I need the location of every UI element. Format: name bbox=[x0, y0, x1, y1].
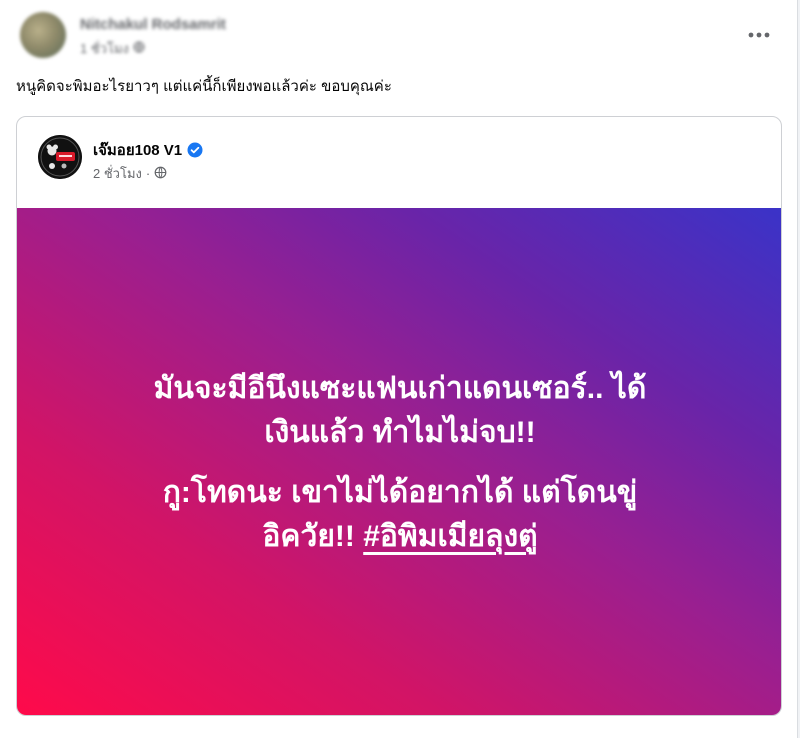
banner-paragraph-1: มันจะมีอีนึงแซะแฟนเก่าแดนเซอร์.. ได้ เงิ… bbox=[50, 367, 750, 455]
post-header: Nitchakul Rodsamrit 1 ชั่วโมง bbox=[16, 8, 786, 64]
post-meta: 1 ชั่วโมง bbox=[80, 38, 145, 59]
hashtag-link[interactable]: #อิพิมเมียลุงตู่ bbox=[363, 520, 537, 553]
shared-author[interactable]: เจ๊มอย108 V1 bbox=[93, 138, 203, 162]
shared-post-time[interactable]: 2 ชั่วโมง bbox=[93, 163, 142, 184]
shared-post-meta: 2 ชั่วโมง · bbox=[93, 163, 167, 184]
shared-post-card[interactable]: เจ๊มอย108 V1 2 ชั่วโมง · มันจะมีอีนึงแซะ… bbox=[16, 116, 782, 716]
banner-line-1: มันจะมีอีนึงแซะแฟนเก่าแดนเซอร์.. ได้ bbox=[153, 371, 647, 405]
more-options-button[interactable] bbox=[741, 20, 777, 48]
meta-separator: · bbox=[145, 166, 151, 181]
banner-paragraph-2: กู:โทดนะ เขาไม่ได้อยากได้ แต่โดนขู่ อิคว… bbox=[50, 471, 750, 559]
shared-post-header: เจ๊มอย108 V1 2 ชั่วโมง · bbox=[17, 117, 781, 207]
banner-line-4-prefix: อิควัย!! bbox=[262, 519, 364, 553]
shared-author-name[interactable]: เจ๊มอย108 V1 bbox=[93, 138, 182, 162]
text-banner: มันจะมีอีนึงแซะแฟนเก่าแดนเซอร์.. ได้ เงิ… bbox=[17, 208, 781, 715]
banner-line-2: เงินแล้ว ทำไมไม่จบ!! bbox=[264, 415, 536, 449]
more-horizontal-icon bbox=[748, 25, 770, 43]
author-avatar[interactable] bbox=[20, 12, 66, 58]
globe-icon bbox=[133, 41, 145, 56]
post-time[interactable]: 1 ชั่วโมง bbox=[80, 38, 129, 59]
page-logo-avatar[interactable] bbox=[38, 135, 82, 179]
post-caption: หนูคิดจะพิมอะไรยาวๆ แต่แค่นี้ก็เพียงพอแล… bbox=[16, 78, 392, 95]
globe-icon bbox=[154, 166, 167, 182]
banner-text: มันจะมีอีนึงแซะแฟนเก่าแดนเซอร์.. ได้ เงิ… bbox=[50, 367, 750, 559]
author-name[interactable]: Nitchakul Rodsamrit bbox=[80, 16, 226, 33]
feed-post: Nitchakul Rodsamrit 1 ชั่วโมง หนูคิดจะพิ… bbox=[0, 0, 798, 738]
banner-line-3: กู:โทดนะ เขาไม่ได้อยากได้ แต่โดนขู่ bbox=[162, 475, 638, 509]
verified-badge-icon bbox=[187, 142, 203, 158]
